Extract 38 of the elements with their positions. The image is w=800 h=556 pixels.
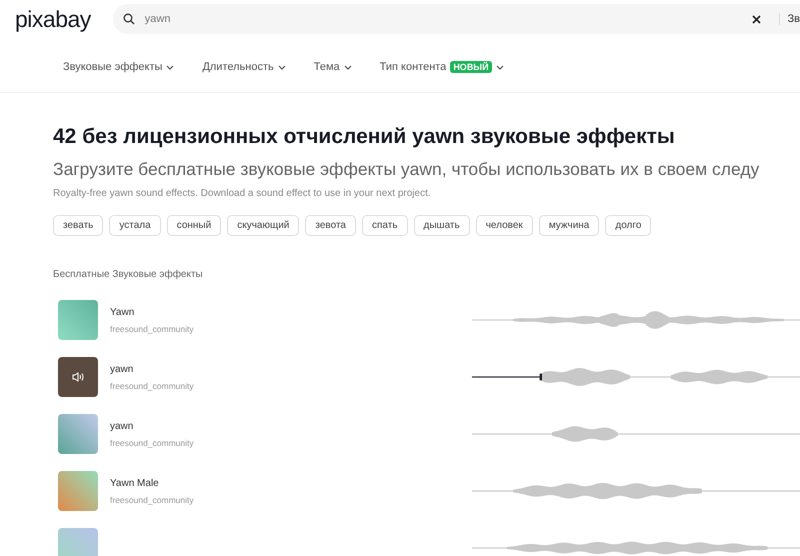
track-thumbnail[interactable]: [58, 300, 98, 340]
filter-dropdown[interactable]: Звуковые эффекты: [63, 61, 174, 73]
tag-chip[interactable]: сонный: [166, 215, 222, 236]
search-field[interactable]: yawn Зв: [112, 4, 800, 34]
tag-chip[interactable]: мужчина: [538, 215, 600, 236]
chevron-down-icon: [278, 64, 286, 70]
chevron-down-icon: [344, 64, 352, 70]
chevron-down-icon: [496, 64, 504, 70]
track-thumbnail[interactable]: [58, 528, 98, 556]
track-thumbnail[interactable]: [58, 471, 98, 511]
new-badge: НОВЫЙ: [450, 61, 492, 73]
tag-chip[interactable]: зевота: [305, 215, 356, 236]
track-title[interactable]: Yawn Male: [110, 478, 472, 488]
page-subtitle: Загрузите бесплатные звуковые эффекты yawn, чтобы использовать их в своем следу: [53, 159, 760, 180]
track-title[interactable]: yawn: [110, 364, 472, 374]
track-thumbnail[interactable]: [58, 357, 98, 397]
page-description: Royalty-free yawn sound effects. Download a sound effect to use in your next project.: [53, 188, 432, 199]
tag-chip[interactable]: человек: [476, 215, 533, 236]
section-label: Бесплатные Звуковые эффекты: [53, 269, 204, 280]
filter-dropdown[interactable]: Тип контента НОВЫЙ: [380, 61, 504, 73]
track-thumbnail[interactable]: [58, 414, 98, 454]
filter-dropdown[interactable]: Тема: [314, 61, 352, 73]
track-title[interactable]: yawn: [110, 420, 472, 432]
tag-chip[interactable]: скучающий: [227, 215, 300, 236]
tag-chip[interactable]: дышать: [414, 215, 470, 236]
page-title: 42 без лицензионных отчислений yawn звуковые эффекты: [53, 125, 676, 149]
tag-chip[interactable]: спать: [362, 215, 408, 236]
chevron-down-icon: [166, 64, 174, 70]
speaker-icon: [72, 372, 84, 382]
pixabay-logo[interactable]: pixabay: [15, 6, 91, 32]
tag-chip[interactable]: устала: [109, 215, 161, 236]
tag-chip[interactable]: зевать: [53, 215, 104, 236]
tag-chip[interactable]: долго: [605, 215, 652, 236]
search-type-button[interactable]: Зв: [778, 13, 800, 25]
search-icon: [122, 13, 135, 25]
track-title[interactable]: Yawn: [110, 306, 472, 318]
filter-dropdown[interactable]: Длительность: [202, 61, 286, 73]
close-icon[interactable]: [752, 14, 760, 24]
